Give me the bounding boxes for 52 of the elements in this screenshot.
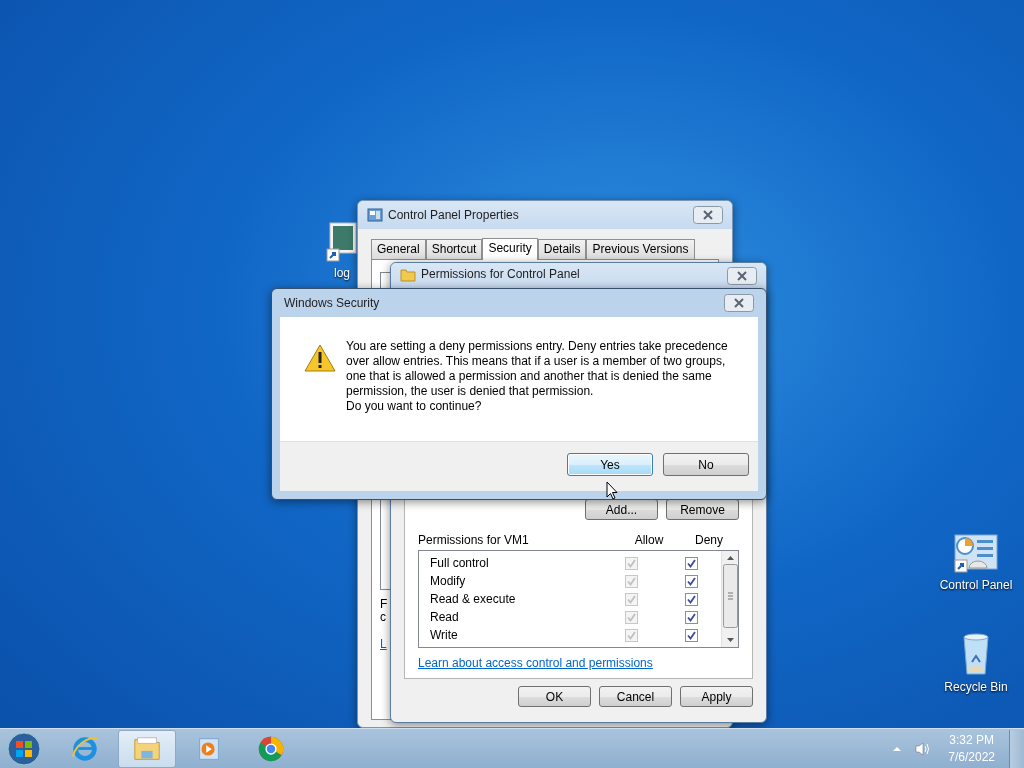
scroll-thumb[interactable] (722, 564, 738, 628)
recycle-bin-icon[interactable] (960, 632, 992, 676)
tab[interactable]: Shortcut (425, 239, 483, 259)
button[interactable]: Yes (567, 453, 653, 476)
desktop-icon-label[interactable]: log (334, 266, 350, 280)
scroll-down-icon[interactable] (725, 637, 735, 643)
tab[interactable]: Details (537, 239, 587, 259)
folder-icon (400, 267, 416, 283)
button[interactable]: Add... (585, 499, 658, 520)
tab[interactable]: Security (482, 238, 538, 260)
control-panel-icon[interactable] (953, 534, 999, 574)
question-text: Do you want to continue? (346, 399, 483, 414)
button[interactable]: Remove (666, 499, 739, 520)
checkbox[interactable] (684, 592, 698, 606)
label: c (380, 611, 386, 624)
checkbox[interactable] (684, 574, 698, 588)
permission-name: Modify (430, 574, 467, 588)
button[interactable]: Cancel (599, 686, 672, 707)
checkbox[interactable] (684, 556, 698, 570)
column-header: Allow (633, 533, 665, 547)
start-button[interactable] (6, 730, 42, 767)
warning-icon (304, 344, 336, 372)
permission-name: Read & execute (430, 592, 517, 606)
scrollbar[interactable] (721, 551, 738, 647)
close-button[interactable] (727, 267, 757, 285)
button[interactable]: OK (518, 686, 591, 707)
permission-name: Full control (430, 556, 490, 570)
desktop-icon-label[interactable]: Recycle Bin (944, 680, 1008, 694)
window-title: Permissions for Control Panel (421, 267, 581, 281)
desktop-icon-label[interactable]: Control Panel (939, 578, 1013, 592)
mouse-cursor-icon (606, 481, 618, 500)
list-label: Permissions for VM1 (418, 533, 530, 547)
tab[interactable]: Previous Versions (586, 239, 695, 259)
permission-name: Read (430, 610, 460, 624)
column-header: Deny (694, 533, 724, 547)
link[interactable]: Learn about access control and permissions (418, 656, 653, 670)
scroll-up-icon[interactable] (725, 555, 735, 561)
close-button[interactable] (693, 206, 723, 224)
image-shortcut-icon[interactable] (326, 222, 358, 262)
tab[interactable]: General (371, 239, 426, 259)
checkbox[interactable] (684, 610, 698, 624)
label: F (380, 598, 388, 611)
checkbox[interactable] (684, 628, 698, 642)
properties-window-icon (367, 207, 383, 223)
close-button[interactable] (724, 294, 754, 312)
button[interactable]: No (663, 453, 749, 476)
window-title: Control Panel Properties (388, 208, 520, 222)
button[interactable]: Apply (680, 686, 753, 707)
message-text: You are setting a deny permissions entry. Deny entries take precedence over allow entries. This means that if a user is a member of two groups, one that is allowed a permission and another that is denied the same permission, the user is denied that permission. (346, 339, 729, 399)
permission-name: Write (430, 628, 459, 642)
window-title: Windows Security (284, 296, 381, 310)
link[interactable]: L (380, 638, 387, 651)
